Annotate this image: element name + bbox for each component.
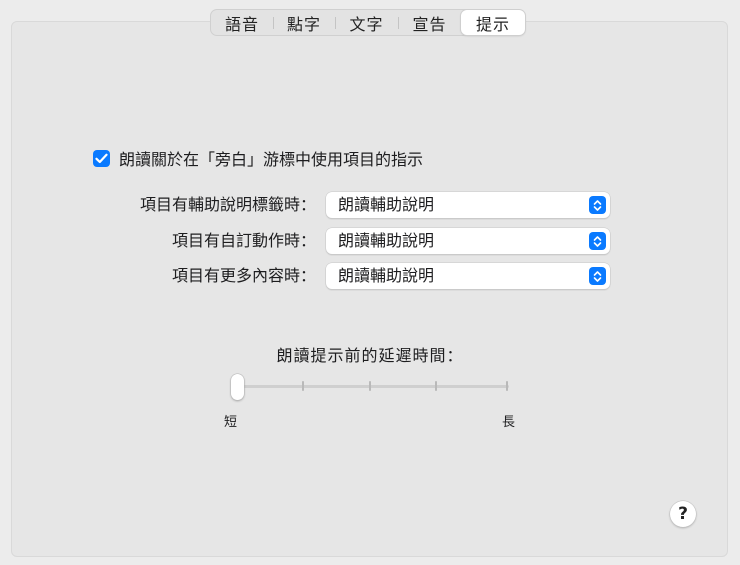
chevron-up-down-icon [589,232,606,250]
popup-label-help-tags: 項目有輔助說明標籤時： [139,195,316,214]
slider-min-label: 短 [224,415,238,430]
tab-announcements[interactable]: 宣告 [398,10,461,35]
slider-max-label: 長 [502,415,516,430]
tab-speech[interactable]: 語音 [211,10,273,35]
popup-row-custom-actions: 項目有自訂動作時： 朗讀輔助說明 [0,228,740,254]
slider-tick [435,381,437,391]
tab-text[interactable]: 文字 [335,10,398,35]
popup-row-help-tags: 項目有輔助說明標籤時： 朗讀輔助說明 [0,192,740,218]
help-tags-popup-value: 朗讀輔助說明 [338,195,435,214]
popup-label-more-content: 項目有更多內容時： [171,266,316,285]
slider-tick [302,381,304,391]
tab-hints[interactable]: 提示 [461,10,525,35]
more-content-popup-value: 朗讀輔助說明 [338,266,435,285]
slider-tick [369,381,371,391]
chevron-up-down-icon [589,267,606,285]
custom-actions-popup[interactable]: 朗讀輔助說明 [326,228,610,254]
slider-tick [506,381,508,391]
popup-row-more-content: 項目有更多內容時： 朗讀輔助說明 [0,263,740,289]
help-tags-popup[interactable]: 朗讀輔助說明 [326,192,610,218]
popup-label-custom-actions: 項目有自訂動作時： [171,231,316,250]
help-button[interactable]: ? [670,501,696,527]
delay-slider-track[interactable] [236,385,509,388]
delay-slider-thumb[interactable] [231,374,244,400]
checkmark-icon [95,153,108,163]
hints-checkbox-row[interactable]: 朗讀關於在「旁白」游標中使用項目的指示 [93,146,423,170]
delay-slider-title: 朗讀提示前的延遲時間： [276,346,464,365]
hints-checkbox[interactable] [93,149,110,167]
hints-checkbox-label: 朗讀關於在「旁白」游標中使用項目的指示 [119,150,424,169]
chevron-up-down-icon [589,196,606,214]
tab-braille[interactable]: 點字 [273,10,335,35]
settings-panel [11,21,728,557]
tab-bar: 語音 點字 文字 宣告 提示 [210,9,525,36]
custom-actions-popup-value: 朗讀輔助說明 [338,231,435,250]
more-content-popup[interactable]: 朗讀輔助說明 [326,263,610,289]
voiceover-hints-pane: 語音 點字 文字 宣告 提示 朗讀關於在「旁白」游標中使用項目的指示 項目有輔助… [0,0,740,565]
